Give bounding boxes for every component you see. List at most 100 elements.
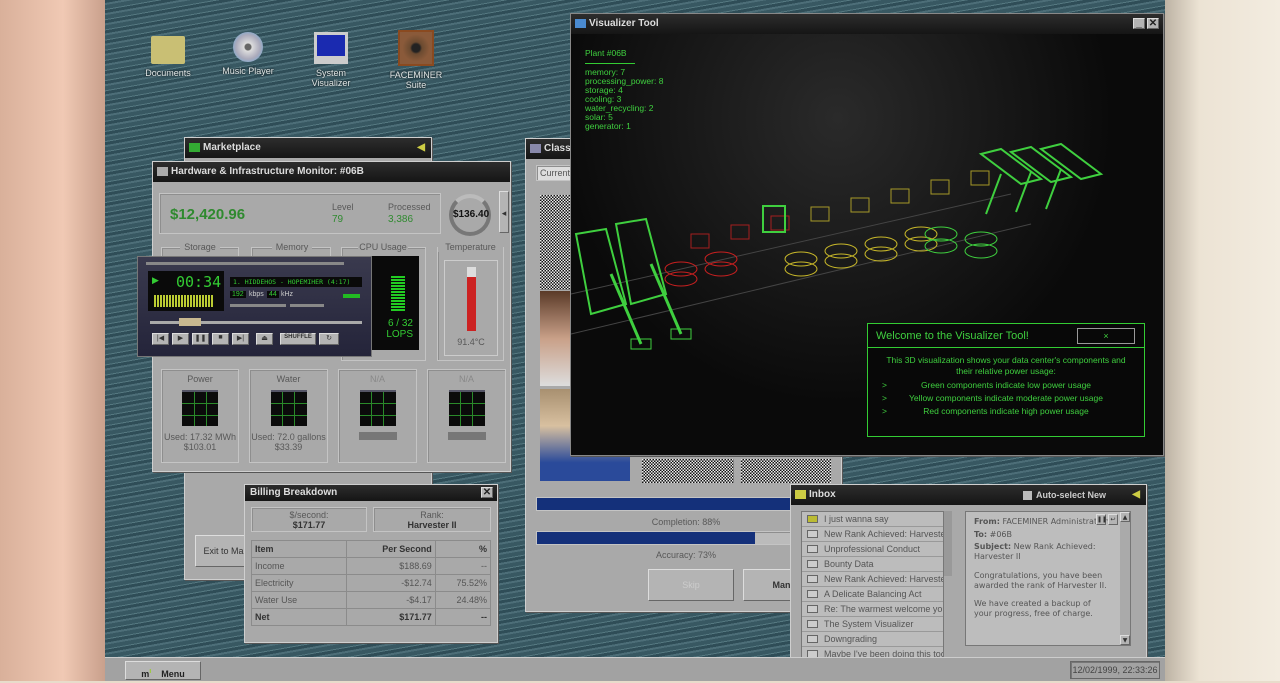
envelope-open-icon [807, 605, 818, 613]
inbox-window: Inbox Auto-select New ◀ I just wanna say N… [790, 484, 1147, 664]
component [690, 233, 710, 249]
stat-line: generator: 1 [585, 121, 631, 131]
repeat-button[interactable]: ↻ [319, 333, 339, 345]
spectrum-visualizer [154, 295, 214, 307]
list-item[interactable]: A Delicate Balancing Act [802, 587, 943, 602]
speaker-icon[interactable]: ◀ [1132, 485, 1140, 505]
component [890, 188, 910, 204]
billing-table: Item Per Second% Income $188.69 -- Electricit… [250, 540, 492, 626]
stop-button[interactable]: ■ [212, 333, 229, 345]
list-item[interactable]: I just wanna say [802, 512, 943, 527]
cd-music-icon [233, 32, 263, 62]
next-button[interactable]: ▶| [232, 333, 249, 345]
pause-icon[interactable]: ❚❚ [1096, 514, 1107, 525]
play-indicator-icon: ▶ [152, 275, 159, 285]
envelope-open-icon [807, 590, 818, 598]
player-titlebar[interactable] [146, 262, 344, 265]
envelope-open-icon [807, 530, 818, 538]
eye-icon [398, 30, 434, 66]
list-item[interactable]: New Rank Achieved: Harvester I [802, 572, 943, 587]
list-scrollbar[interactable] [944, 511, 952, 576]
skip-button[interactable]: Skip [648, 569, 734, 601]
app-icon [530, 144, 541, 153]
table-row: Electricity -$12.74 75.52% [250, 574, 492, 592]
list-item[interactable]: Re: The warmest welcome you'... [802, 602, 943, 617]
volume-slider[interactable] [230, 304, 286, 307]
eject-button[interactable]: ⏏ [256, 333, 273, 345]
summary-box: $12,420.96 Level 79 Processed 3,386 [159, 193, 441, 234]
table-row: Income $188.69 -- [250, 557, 492, 575]
table-row: Net $171.77 -- [250, 608, 492, 626]
shuffle-button[interactable]: SHUFFLE [280, 333, 316, 345]
track-title: 1. HIDDEHOS - HOPEMIHER (4:17) [230, 277, 362, 287]
list-item[interactable]: Downgrading [802, 632, 943, 647]
close-button[interactable]: × [1077, 328, 1135, 344]
billing-titlebar[interactable]: Billing Breakdown ✕ [245, 485, 497, 501]
start-menu-button[interactable]: mı Menu [125, 661, 201, 680]
water-meter: Water Used: 72.0 gallons $33.39 [249, 369, 328, 463]
solar-panel [574, 227, 652, 350]
table-row: Water Use -$4.17 24.48% [250, 591, 492, 609]
inbox-titlebar[interactable]: Inbox Auto-select New ◀ [791, 485, 1146, 505]
list-item[interactable]: The System Visualizer [802, 617, 943, 632]
component [930, 179, 950, 195]
minimize-button[interactable]: _ [1133, 18, 1145, 29]
visualizer-titlebar[interactable]: Visualizer Tool _ ✕ [571, 14, 1163, 34]
play-button[interactable]: ▶ [172, 333, 189, 345]
component [730, 224, 750, 240]
mail-icon [795, 490, 806, 499]
na-meter: N/A [427, 369, 506, 463]
music-player-window: ▶ 00:34 1. HIDDEHOS - HOPEMIHER (4:17) 19… [137, 256, 372, 357]
desktop-icon-documents[interactable]: Documents [133, 34, 203, 78]
list-item[interactable]: Unprofessional Conduct [802, 542, 943, 557]
marketplace-titlebar[interactable]: Marketplace ◀ [185, 138, 431, 158]
desktop-icon-faceminer-suite[interactable]: FACEMINER Suite [381, 30, 451, 90]
speaker-icon[interactable]: ◀ [417, 138, 425, 158]
welcome-dialog: Welcome to the Visualizer Tool! × This 3… [867, 323, 1145, 437]
legend-item: > Red components indicate high power usag… [882, 406, 1089, 416]
envelope-open-icon [807, 545, 818, 553]
rank-box: Rank: Harvester II [373, 507, 491, 532]
collapse-arrow-button[interactable]: ◂ [499, 191, 509, 233]
logo-icon: mı [141, 666, 152, 679]
table-header: Item Per Second% [250, 540, 492, 558]
reply-icon[interactable]: ↩ [1108, 514, 1118, 525]
monitor-bezel-left [0, 0, 105, 681]
face-image-noise[interactable] [642, 459, 734, 483]
balance-slider[interactable] [290, 304, 324, 307]
message-list: I just wanna say New Rank Achieved: Harve… [801, 511, 944, 661]
balance: $12,420.96 [170, 206, 246, 223]
generator [762, 205, 786, 233]
desktop-icon-system-visualizer[interactable]: System Visualizer [296, 32, 366, 88]
taskbar: mı Menu 12/02/1999, 22:33:26 [105, 657, 1165, 681]
water-graph [270, 390, 307, 426]
power-meter: Power Used: 17.32 MWh $103.01 [161, 369, 239, 463]
component [970, 170, 990, 186]
close-button[interactable]: ✕ [481, 487, 493, 498]
cash-icon [189, 143, 200, 152]
thermometer [467, 267, 476, 331]
close-button[interactable]: ✕ [1147, 18, 1159, 29]
seek-bar[interactable] [150, 318, 362, 326]
monitor-titlebar[interactable]: Hardware & Infrastructure Monitor: #06B [153, 162, 510, 182]
pause-button[interactable]: ❚❚ [192, 333, 209, 345]
component [850, 197, 870, 213]
message-view: From: FACEMINER Administration To: #06B … [965, 511, 1131, 646]
processed-value: 3,386 [388, 214, 414, 225]
computer-icon [575, 19, 586, 28]
list-item[interactable]: Bounty Data [802, 557, 943, 572]
envelope-open-icon [807, 620, 818, 628]
desktop-icon-music-player[interactable]: Music Player [213, 32, 283, 76]
computer-icon [314, 32, 348, 64]
solar-panel [978, 147, 1044, 215]
previous-button[interactable]: |◀ [152, 333, 169, 345]
legend-item: > Green components indicate low power usa… [882, 380, 1092, 390]
monitor-bezel-right [1165, 0, 1280, 681]
folder-icon [151, 36, 185, 64]
power-graph [182, 390, 218, 426]
na-meter: N/A [338, 369, 417, 463]
auto-select-checkbox[interactable]: Auto-select New [1022, 485, 1106, 505]
message-scrollbar[interactable]: ▲ ▼ [1120, 512, 1130, 645]
face-image-noise[interactable] [741, 459, 831, 483]
list-item[interactable]: New Rank Achieved: Harveste... [802, 527, 943, 542]
